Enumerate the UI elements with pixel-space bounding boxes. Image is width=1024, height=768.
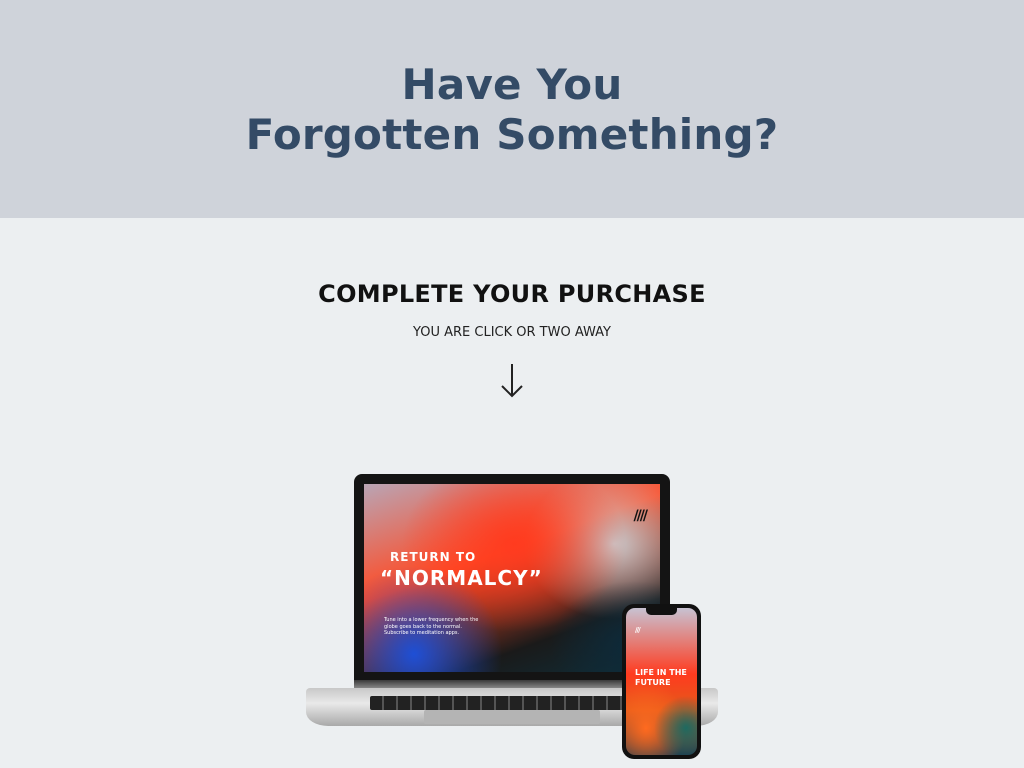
- cta-heading: COMPLETE YOUR PURCHASE: [318, 280, 706, 308]
- laptop-screen: //// RETURN TO “NORMALCY” Tune into a lo…: [364, 484, 660, 672]
- laptop-keyboard: [370, 696, 654, 710]
- laptop-screen-body: Tune into a lower frequency when the glo…: [384, 617, 479, 636]
- phone-notch: [646, 608, 677, 615]
- laptop-screen-line2: “NORMALCY”: [380, 566, 543, 590]
- cta-subheading: YOU ARE CLICK OR TWO AWAY: [413, 325, 611, 340]
- brand-slashes-icon: ////: [633, 508, 649, 524]
- phone-screen: /// LIFE IN THE FUTURE: [626, 608, 697, 755]
- hero-title-line1: Have You: [401, 60, 623, 109]
- laptop-screen-line1: RETURN TO: [390, 550, 477, 564]
- phone-mockup: /// LIFE IN THE FUTURE: [622, 604, 701, 759]
- phone-screen-title: LIFE IN THE FUTURE: [635, 668, 687, 687]
- hero-title: Have You Forgotten Something?: [246, 60, 779, 160]
- phone-brand-icon: ///: [635, 626, 641, 634]
- laptop-trackpad: [424, 710, 600, 724]
- hero-title-line2: Forgotten Something?: [245, 110, 779, 159]
- hero-banner: Have You Forgotten Something?: [0, 0, 1024, 218]
- arrow-down-icon: [501, 364, 523, 398]
